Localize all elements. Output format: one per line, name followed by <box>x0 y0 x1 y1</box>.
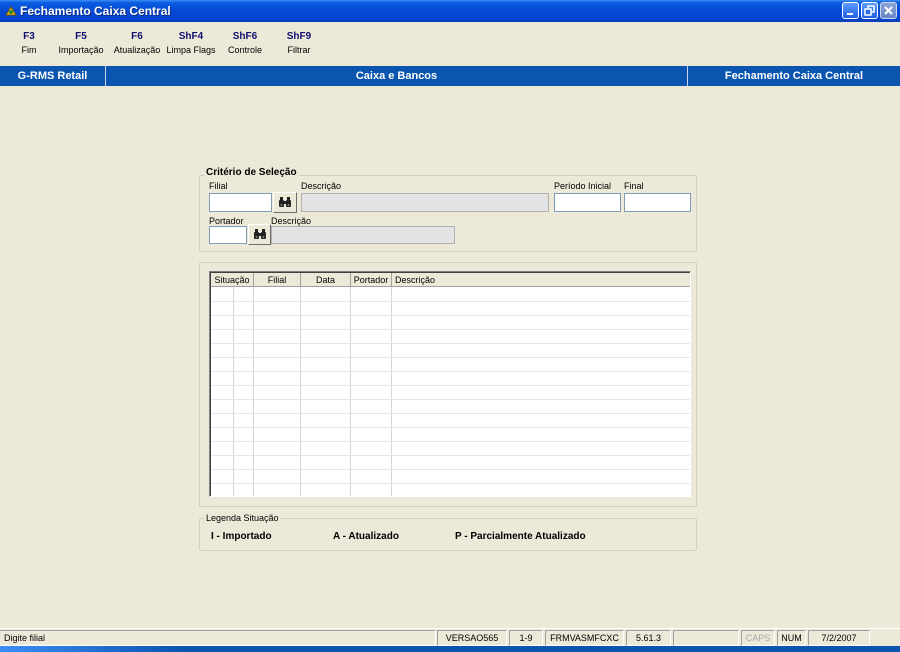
title-bar[interactable]: Fechamento Caixa Central <box>0 0 900 22</box>
grid-line <box>211 371 690 372</box>
legend-atualizado: A - Atualizado <box>333 531 399 542</box>
restore-icon <box>864 5 875 16</box>
grid-line <box>233 287 234 496</box>
status-bar: Digite filial VERSAO565 1-9 FRMVASMFCXC … <box>0 628 900 646</box>
portador-input[interactable] <box>209 226 247 244</box>
grid-line <box>211 301 690 302</box>
window-title: Fechamento Caixa Central <box>20 4 171 18</box>
fkey-label: Atualização <box>113 45 161 55</box>
grid-body[interactable] <box>211 287 690 496</box>
status-form-name: FRMVASMFCXC <box>545 630 624 646</box>
periodo-final-input[interactable] <box>624 193 691 212</box>
portador-search-button[interactable] <box>248 224 271 245</box>
column-header-filial[interactable]: Filial <box>254 273 301 287</box>
grid-line <box>211 399 690 400</box>
status-date: 7/2/2007 <box>808 630 870 646</box>
filial-input[interactable] <box>209 193 272 212</box>
periodo-inicial-input[interactable] <box>554 193 621 212</box>
filial-label: Filial <box>209 181 228 191</box>
header-screen-name: Fechamento Caixa Central <box>687 66 900 86</box>
fkey-code: ShF9 <box>286 31 312 42</box>
descricao-filial-label: Descrição <box>301 181 342 191</box>
grid-line <box>211 343 690 344</box>
close-button[interactable] <box>880 2 897 19</box>
toolbar-controle-button[interactable]: ShF6 Controle <box>224 31 266 55</box>
app-icon <box>5 6 17 16</box>
toolbar-atualizacao-button[interactable]: F6 Atualização <box>111 31 163 55</box>
grid-line <box>211 427 690 428</box>
toolbar-fim-button[interactable]: F3 Fim <box>18 31 40 55</box>
fkey-code: F6 <box>131 31 143 42</box>
grid-line <box>211 483 690 484</box>
toolbar-filtrar-button[interactable]: ShF9 Filtrar <box>280 31 318 55</box>
header-module-name: Caixa e Bancos <box>355 70 438 82</box>
column-header-portador[interactable]: Portador <box>351 273 392 287</box>
final-label: Final <box>624 181 644 191</box>
grid-line <box>211 413 690 414</box>
legend-title: Legenda Situação <box>204 513 281 523</box>
descricao-filial-field <box>301 193 549 212</box>
selection-criteria-title: Critério de Seleção <box>204 167 299 178</box>
close-icon <box>884 6 893 15</box>
status-caps: CAPS <box>741 630 775 646</box>
descricao-portador-field <box>271 226 455 244</box>
grid-line <box>253 287 254 496</box>
grid-line <box>211 315 690 316</box>
fkey-label: Controle <box>227 45 263 55</box>
fkey-label: Limpa Flags <box>166 45 216 55</box>
fkey-code: F3 <box>23 31 35 42</box>
grid-line <box>211 329 690 330</box>
grid-header: Situação Filial Data Portador Descrição <box>211 273 690 287</box>
minimize-button[interactable] <box>842 2 859 19</box>
status-empty-panel <box>673 630 739 646</box>
status-message: Digite filial <box>0 630 436 646</box>
grid-line <box>211 441 690 442</box>
grid-line <box>211 385 690 386</box>
periodo-inicial-label: Período Inicial <box>554 181 612 191</box>
descricao-portador-label: Descrição <box>271 216 312 226</box>
status-build: 5.61.3 <box>626 630 671 646</box>
grid-line <box>391 287 392 496</box>
grid-line <box>211 455 690 456</box>
portador-label: Portador <box>209 216 244 226</box>
column-header-data[interactable]: Data <box>301 273 351 287</box>
binoculars-icon <box>279 197 291 207</box>
fkey-code: ShF6 <box>232 31 258 42</box>
module-header-bar: G-RMS Retail Caixa e Bancos Fechamento C… <box>0 66 900 86</box>
legend-parcialmente-atualizado: P - Parcialmente Atualizado <box>455 531 586 542</box>
results-grid[interactable]: Situação Filial Data Portador Descrição <box>209 271 691 497</box>
fkey-code: F5 <box>75 31 87 42</box>
minimize-icon <box>847 13 853 15</box>
grid-line <box>211 357 690 358</box>
status-num: NUM <box>777 630 806 646</box>
fkey-label: Importação <box>58 45 104 55</box>
column-header-situacao[interactable]: Situação <box>211 273 254 287</box>
grid-line <box>300 287 301 496</box>
status-page: 1-9 <box>509 630 543 646</box>
toolbar-limpa-flags-button[interactable]: ShF4 Limpa Flags <box>165 31 217 55</box>
function-key-toolbar: F3 Fim F5 Importação F6 Atualização ShF4… <box>0 22 900 66</box>
taskbar-strip <box>0 646 900 652</box>
grid-line <box>211 469 690 470</box>
fkey-code: ShF4 <box>178 31 204 42</box>
fkey-label: Filtrar <box>287 45 311 55</box>
filial-search-button[interactable] <box>273 192 297 213</box>
toolbar-importacao-button[interactable]: F5 Importação <box>55 31 107 55</box>
grid-line <box>350 287 351 496</box>
fkey-label: Fim <box>21 45 37 55</box>
status-version: VERSAO565 <box>437 630 507 646</box>
column-header-descricao[interactable]: Descrição <box>392 273 690 287</box>
header-product-name: G-RMS Retail <box>0 66 106 86</box>
restore-button[interactable] <box>861 2 878 19</box>
legend-importado: I - Importado <box>211 531 272 542</box>
binoculars-icon <box>253 229 266 239</box>
